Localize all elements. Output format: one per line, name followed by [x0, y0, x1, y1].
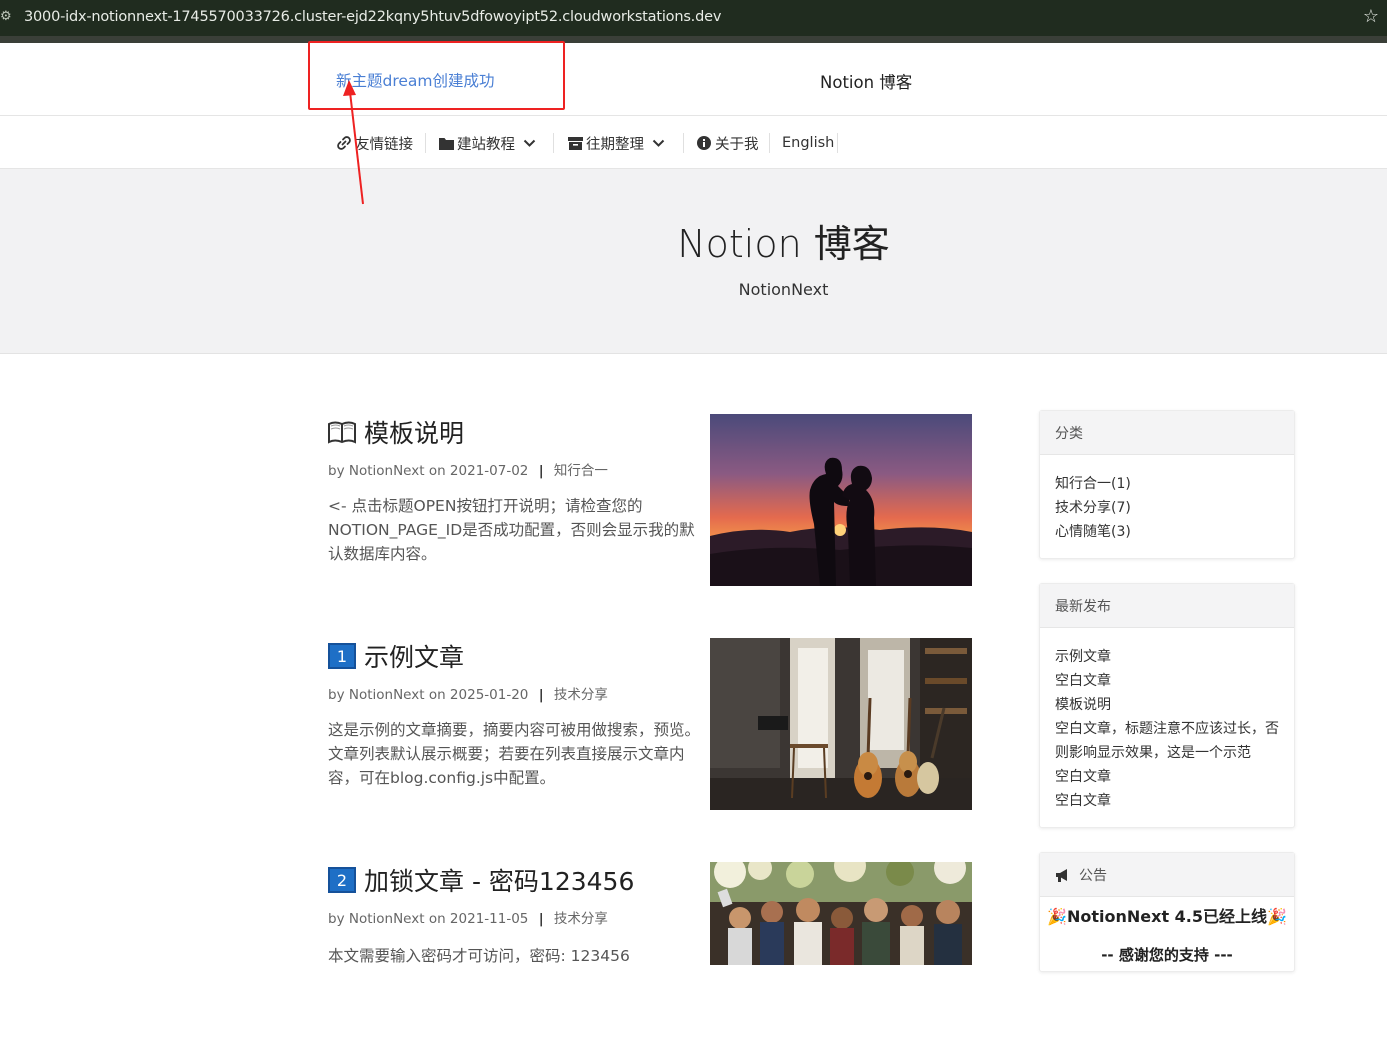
info-icon	[696, 135, 712, 151]
nav-divider	[769, 133, 770, 153]
categories-card-title: 分类	[1040, 411, 1294, 455]
nav-about[interactable]: 关于我	[696, 133, 759, 153]
megaphone-icon	[1055, 868, 1071, 882]
latest-post-link[interactable]: 空白文章	[1055, 669, 1279, 693]
book-icon	[328, 419, 356, 445]
post-excerpt: <- 点击标题OPEN按钮打开说明；请检查您的NOTION_PAGE_ID是否成…	[328, 497, 695, 563]
announcement-body: 🎉NotionNext 4.5已经上线🎉 -- 感谢您的支持 ---	[1040, 897, 1294, 973]
nav-english[interactable]: English	[782, 133, 834, 153]
folder-icon	[438, 135, 454, 151]
announcement-card: 公告 🎉NotionNext 4.5已经上线🎉 -- 感谢您的支持 ---	[1039, 852, 1295, 972]
categories-list: 知行合一(1) 技术分享(7) 心情随笔(3)	[1040, 455, 1294, 554]
post-title-link[interactable]: 2 加锁文章 - 密码123456	[328, 862, 634, 898]
post-number: 2	[328, 867, 356, 893]
hero-subtitle: NotionNext	[738, 280, 829, 299]
keycap-number-icon: 1	[328, 643, 356, 669]
post-title-text: 模板说明	[364, 419, 465, 448]
post-title-link[interactable]: 1 示例文章	[328, 638, 464, 674]
post-category[interactable]: 技术分享	[554, 911, 608, 927]
nav-label: 友情链接	[355, 136, 413, 153]
latest-posts-card-title: 最新发布	[1040, 584, 1294, 628]
post-cover-image[interactable]	[710, 414, 972, 586]
nav-label: 关于我	[715, 136, 759, 153]
bookmark-star-icon[interactable]: ☆	[1363, 6, 1379, 27]
post-card: 模板说明 by NotionNext on 2021-07-02 | 知行合一 …	[328, 414, 972, 614]
post-number: 1	[328, 643, 356, 669]
browser-address-bar[interactable]: ⚙ 3000-idx-notionnext-1745570033726.clus…	[0, 0, 1387, 36]
post-author[interactable]: by NotionNext	[328, 463, 425, 479]
latest-posts-card: 最新发布 示例文章 空白文章 模板说明 空白文章，标题注意不应该过长，否则影响显…	[1039, 583, 1295, 828]
nav-label: 往期整理	[586, 136, 644, 153]
post-meta: by NotionNext on 2025-01-20 | 技术分享	[328, 687, 608, 703]
site-title-link[interactable]: Notion 博客	[820, 69, 912, 93]
post-author[interactable]: by NotionNext	[328, 911, 425, 927]
latest-posts-list: 示例文章 空白文章 模板说明 空白文章，标题注意不应该过长，否则影响显示效果，这…	[1040, 628, 1294, 823]
chevron-down-icon	[652, 139, 665, 148]
announcement-card-header: 公告	[1040, 853, 1294, 897]
nav-label: 建站教程	[457, 136, 515, 153]
post-card: 1 示例文章 by NotionNext on 2025-01-20 | 技术分…	[328, 638, 972, 838]
nav-divider	[837, 133, 838, 153]
hero-banner: Notion 博客 NotionNext	[0, 169, 1387, 354]
post-excerpt: 这是示例的文章摘要，摘要内容可被用做搜索，预览。文章列表默认展示概要；若要在列表…	[328, 721, 701, 787]
post-title-text: 加锁文章 - 密码123456	[364, 867, 635, 896]
nav-archive[interactable]: 往期整理	[567, 133, 665, 153]
announcement-headline-text: NotionNext 4.5已经上线	[1066, 907, 1268, 926]
site-header: 新主题dream创建成功 Notion 博客	[0, 43, 1387, 116]
post-excerpt: 本文需要输入密码才可访问，密码: 123456	[328, 947, 630, 965]
post-title-link[interactable]: 模板说明	[328, 414, 464, 450]
keycap-number-icon: 2	[328, 867, 356, 893]
latest-post-link[interactable]: 空白文章	[1055, 765, 1279, 789]
post-category[interactable]: 技术分享	[554, 687, 608, 703]
announcement-thanks: -- 感谢您的支持 ---	[1101, 946, 1233, 964]
toolbar-divider	[0, 36, 1387, 43]
archive-icon	[567, 135, 583, 151]
post-author[interactable]: by NotionNext	[328, 687, 425, 703]
post-meta: by NotionNext on 2021-11-05 | 技术分享	[328, 911, 608, 927]
main-nav: 友情链接 建站教程 往期整理 关于我 English	[0, 116, 1387, 169]
nav-divider	[425, 133, 426, 153]
nav-divider	[553, 133, 554, 153]
latest-post-link[interactable]: 空白文章，标题注意不应该过长，否则影响显示效果，这是一个示范	[1055, 717, 1279, 765]
url-text[interactable]: 3000-idx-notionnext-1745570033726.cluste…	[24, 9, 721, 25]
post-card: 2 加锁文章 - 密码123456 by NotionNext on 2021-…	[328, 862, 972, 1062]
chevron-down-icon	[523, 139, 536, 148]
announcement-title: 公告	[1079, 867, 1107, 884]
hero-title: Notion 博客	[677, 222, 890, 266]
post-cover-image[interactable]	[710, 638, 972, 810]
post-date: on 2021-11-05	[428, 911, 529, 927]
post-cover-image[interactable]	[710, 862, 972, 965]
link-icon	[336, 135, 352, 151]
post-date: on 2025-01-20	[428, 687, 529, 703]
categories-card: 分类 知行合一(1) 技术分享(7) 心情随笔(3)	[1039, 410, 1295, 559]
latest-post-link[interactable]: 示例文章	[1055, 645, 1279, 669]
post-category[interactable]: 知行合一	[554, 463, 608, 479]
post-title-text: 示例文章	[364, 643, 465, 672]
category-link[interactable]: 技术分享(7)	[1055, 496, 1279, 520]
announcement-headline: 🎉NotionNext 4.5已经上线🎉	[1046, 905, 1288, 929]
post-meta: by NotionNext on 2021-07-02 | 知行合一	[328, 463, 608, 479]
nav-tutorials[interactable]: 建站教程	[438, 133, 536, 153]
nav-label: English	[782, 135, 835, 151]
nav-friend-links[interactable]: 友情链接	[336, 133, 413, 153]
site-info-icon[interactable]: ⚙	[0, 9, 12, 27]
category-link[interactable]: 知行合一(1)	[1055, 472, 1279, 496]
latest-post-link[interactable]: 空白文章	[1055, 789, 1279, 813]
latest-post-link[interactable]: 模板说明	[1055, 693, 1279, 717]
annotation-highlight-box	[308, 41, 565, 110]
post-date: on 2021-07-02	[428, 463, 529, 479]
party-popper-icon: 🎉	[1047, 907, 1067, 926]
party-popper-icon: 🎉	[1267, 907, 1287, 926]
nav-divider	[683, 133, 684, 153]
category-link[interactable]: 心情随笔(3)	[1055, 520, 1279, 544]
